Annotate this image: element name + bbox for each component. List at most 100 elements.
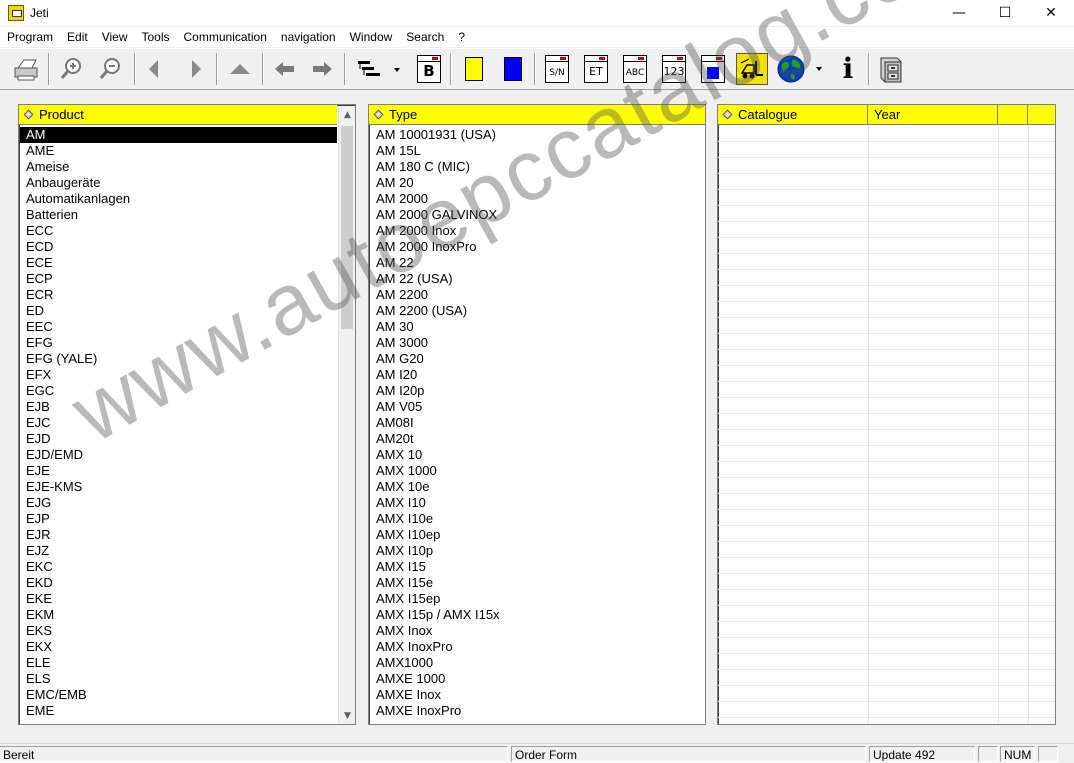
type-list-item[interactable]: AM 10001931 (USA) [370,127,705,143]
product-list-item[interactable]: EKX [20,639,337,655]
print-button[interactable] [10,53,42,85]
type-list-item[interactable]: AMXE InoxPro [370,703,705,719]
product-list-item[interactable]: EMC/EMB [20,687,337,703]
type-list-item[interactable]: AM 2000 InoxPro [370,239,705,255]
type-list-item[interactable]: AMX InoxPro [370,639,705,655]
product-list-item[interactable]: EJC [20,415,337,431]
product-list-item[interactable]: EKM [20,607,337,623]
product-list-item[interactable]: ECC [20,223,337,239]
product-list-item[interactable]: AME [20,143,337,159]
product-list-item[interactable]: Ameise [20,159,337,175]
type-list-item[interactable]: AM 22 (USA) [370,271,705,287]
type-list-item[interactable]: AMX1000 [370,655,705,671]
blue-color-button[interactable] [497,53,529,85]
type-list-item[interactable]: AM 15L [370,143,705,159]
product-list-item[interactable]: ELE [20,655,337,671]
year-column-header[interactable]: Year [868,105,998,125]
product-list-item[interactable]: EFG (YALE) [20,351,337,367]
product-list-item[interactable]: Anbaugeräte [20,175,337,191]
menu-tools[interactable]: Tools [135,27,177,47]
product-list-item[interactable]: AM [20,127,337,143]
product-list-item[interactable]: ECP [20,271,337,287]
product-list-item[interactable]: EKD [20,575,337,591]
language-dropdown[interactable] [775,53,825,85]
type-list-item[interactable]: AMXE 1000 [370,671,705,687]
info-button[interactable]: i [832,53,864,85]
catalogue-column-header[interactable]: Catalogue [718,105,868,125]
menu-navigation[interactable]: navigation [274,27,343,47]
product-list-item[interactable]: EKS [20,623,337,639]
product-list-item[interactable]: EKE [20,591,337,607]
product-list-item[interactable]: EJB [20,399,337,415]
product-list-item[interactable]: EFX [20,367,337,383]
type-list-item[interactable]: AMX I10p [370,543,705,559]
menu-program[interactable]: Program [0,27,60,47]
type-list-item[interactable]: AM 20 [370,175,705,191]
product-list-item[interactable]: EJZ [20,543,337,559]
type-list-item[interactable]: AM I20p [370,383,705,399]
type-list-item[interactable]: AMX I15 [370,559,705,575]
minimize-button[interactable]: — [936,0,982,26]
menu-view[interactable]: View [95,27,135,47]
blue-document-button[interactable] [697,53,729,85]
previous-button[interactable] [138,53,170,85]
type-list-item[interactable]: AMX I15ep [370,591,705,607]
type-list-item[interactable]: AMX I15e [370,575,705,591]
forklift-button[interactable] [736,53,768,85]
product-list-item[interactable]: ECR [20,287,337,303]
product-list-item[interactable]: Automatikanlagen [20,191,337,207]
type-list-item[interactable]: AMX I10e [370,511,705,527]
type-list-item[interactable]: AM 2000 GALVINOX [370,207,705,223]
forward-button[interactable] [306,53,338,85]
scroll-up-icon[interactable]: ▲ [339,106,355,123]
product-list-item[interactable]: EJE [20,463,337,479]
type-list-item[interactable]: AMXE Inox [370,687,705,703]
catalog-et-button[interactable]: ET [580,53,612,85]
type-list-item[interactable]: AM I20 [370,367,705,383]
catalog-abc-button[interactable]: ABC [619,53,651,85]
product-list-item[interactable]: ELS [20,671,337,687]
type-list-item[interactable]: AM 2000 Inox [370,223,705,239]
type-list-item[interactable]: AM20t [370,431,705,447]
type-header[interactable]: Type [369,105,705,125]
book-b-button[interactable]: B [413,53,445,85]
product-header[interactable]: Product [19,105,337,125]
type-list-item[interactable]: AM 2200 (USA) [370,303,705,319]
catalog-123-button[interactable]: 123 [658,53,690,85]
product-list-item[interactable]: EJP [20,511,337,527]
type-list-item[interactable]: AM 3000 [370,335,705,351]
back-button[interactable] [269,53,301,85]
next-button[interactable] [180,53,212,85]
menu-help[interactable]: ? [451,27,472,47]
product-list-item[interactable]: EGC [20,383,337,399]
product-list-item[interactable]: EJD/EMD [20,447,337,463]
up-button[interactable] [224,53,256,85]
type-list-item[interactable]: AMX I15p / AMX I15x [370,607,705,623]
menu-edit[interactable]: Edit [60,27,95,47]
type-list-item[interactable]: AMX 1000 [370,463,705,479]
type-list-item[interactable]: AM 2200 [370,287,705,303]
type-list-item[interactable]: AMX Inox [370,623,705,639]
scrollbar-thumb[interactable] [341,126,353,329]
product-list-item[interactable]: EFG [20,335,337,351]
product-list-item[interactable]: EME [20,703,337,719]
product-list-item[interactable]: EKC [20,559,337,575]
type-list-item[interactable]: AM08I [370,415,705,431]
type-list-item[interactable]: AM 2000 [370,191,705,207]
type-list-item[interactable]: AM 30 [370,319,705,335]
yellow-color-button[interactable] [458,53,490,85]
tree-view-dropdown[interactable] [352,53,404,85]
maximize-button[interactable]: ☐ [982,0,1028,26]
product-list-item[interactable]: EJD [20,431,337,447]
type-list-item[interactable]: AM 22 [370,255,705,271]
menu-window[interactable]: Window [343,27,400,47]
close-button[interactable]: ✕ [1028,0,1074,26]
product-list-item[interactable]: EEC [20,319,337,335]
extra-column-header[interactable] [998,105,1028,125]
type-list-item[interactable]: AM G20 [370,351,705,367]
product-list-item[interactable]: EJG [20,495,337,511]
product-list-item[interactable]: ECD [20,239,337,255]
product-list-item[interactable]: ECE [20,255,337,271]
product-list-item[interactable]: ED [20,303,337,319]
product-list-item[interactable]: EJR [20,527,337,543]
